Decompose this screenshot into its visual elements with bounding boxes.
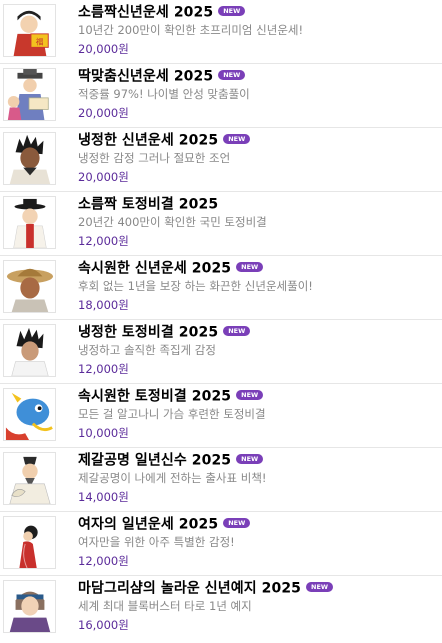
item-description: 제갈공명이 나에게 전하는 출사표 비책! xyxy=(78,471,267,485)
woman-silhouette-icon xyxy=(3,516,56,569)
new-badge: NEW xyxy=(236,389,264,400)
scholar-in-gat-icon xyxy=(3,196,56,249)
new-badge: NEW xyxy=(236,261,264,272)
zhuge-liang-icon xyxy=(3,452,56,505)
fortune-product-list: 福 소름짝신년운세 2025 NEW 10년간 200만이 확인한 초프리미엄 신… xyxy=(0,0,442,640)
blue-dragon-icon xyxy=(3,388,56,441)
new-badge: NEW xyxy=(236,453,264,464)
item-price: 20,000원 xyxy=(78,106,129,120)
item-description: 10년간 200만이 확인한 초프리미엄 신년운세! xyxy=(78,23,304,37)
item-price: 18,000원 xyxy=(78,298,129,312)
list-item[interactable]: 속시원한 신년운세 2025 NEW 후회 없는 1년을 보장 하는 화끈한 신년… xyxy=(0,256,442,320)
item-price: 12,000원 xyxy=(78,362,129,376)
item-description: 세계 최대 블록버스터 타로 1년 예지 xyxy=(78,599,252,613)
item-price: 20,000원 xyxy=(78,42,129,56)
item-title[interactable]: 제갈공명 일년신수 2025 xyxy=(78,453,231,469)
item-price: 16,000원 xyxy=(78,618,129,632)
list-item[interactable]: 제갈공명 일년신수 2025 NEW 제갈공명이 나에게 전하는 출사표 비책! … xyxy=(0,448,442,512)
list-item[interactable]: 마담그리샴의 놀라운 신년예지 2025 NEW 세계 최대 블록버스터 타로 1… xyxy=(0,576,442,640)
list-item[interactable]: 속시원한 토정비결 2025 NEW 모든 걸 알고나니 가슴 후련한 토정비결 … xyxy=(0,384,442,448)
new-badge: NEW xyxy=(223,133,251,144)
item-description: 냉정한 감정 그러나 절묘한 조언 xyxy=(78,151,231,165)
item-title[interactable]: 속시원한 토정비결 2025 xyxy=(78,389,231,405)
item-title[interactable]: 냉정한 토정비결 2025 xyxy=(78,325,218,341)
item-title[interactable]: 소름짝신년운세 2025 xyxy=(78,5,213,21)
madame-tarot-icon xyxy=(3,580,56,633)
list-item[interactable]: 여자의 일년운세 2025 NEW 여자만을 위한 아주 특별한 감정! 12,0… xyxy=(0,512,442,576)
item-description: 20년간 400만이 확인한 국민 토정비결 xyxy=(78,215,267,229)
svg-text:福: 福 xyxy=(36,37,44,46)
item-title[interactable]: 속시원한 신년운세 2025 xyxy=(78,261,231,277)
item-title[interactable]: 여자의 일년운세 2025 xyxy=(78,517,218,533)
item-price: 12,000원 xyxy=(78,234,129,248)
list-item[interactable]: 냉정한 신년운세 2025 NEW 냉정한 감정 그러나 절묘한 조언 20,00… xyxy=(0,128,442,192)
new-badge: NEW xyxy=(218,69,246,80)
straw-hat-man-icon xyxy=(3,260,56,313)
item-description: 후회 없는 1년을 보장 하는 화끈한 신년운세풀이! xyxy=(78,279,313,293)
list-item[interactable]: 냉정한 토정비결 2025 NEW 냉정하고 솔직한 족집게 감정 12,000원 xyxy=(0,320,442,384)
list-item[interactable]: 소름짝 토정비결 2025 20년간 400만이 확인한 국민 토정비결 12,… xyxy=(0,192,442,256)
item-title[interactable]: 소름짝 토정비결 2025 xyxy=(78,197,218,213)
new-badge: NEW xyxy=(223,325,251,336)
item-description: 모든 걸 알고나니 가슴 후련한 토정비결 xyxy=(78,407,266,421)
item-price: 10,000원 xyxy=(78,426,129,440)
item-title[interactable]: 냉정한 신년운세 2025 xyxy=(78,133,218,149)
new-badge: NEW xyxy=(218,5,246,16)
item-description: 적중률 97%! 나이별 안성 맞춤풀이 xyxy=(78,87,250,101)
spiky-hair-man-icon xyxy=(3,132,56,185)
item-title[interactable]: 딱맞춤신년운세 2025 xyxy=(78,69,213,85)
new-badge: NEW xyxy=(306,581,334,592)
item-price: 12,000원 xyxy=(78,554,129,568)
item-price: 20,000원 xyxy=(78,170,129,184)
fortune-teller-with-talisman-icon: 福 xyxy=(3,4,56,57)
item-description: 여자만을 위한 아주 특별한 감정! xyxy=(78,535,235,549)
spiky-hair-man-white-robe-icon xyxy=(3,324,56,377)
new-badge: NEW xyxy=(223,517,251,528)
list-item[interactable]: 딱맞춤신년운세 2025 NEW 적중률 97%! 나이별 안성 맞춤풀이 20,… xyxy=(0,64,442,128)
couple-fortune-icon xyxy=(3,68,56,121)
item-price: 14,000원 xyxy=(78,490,129,504)
list-item[interactable]: 福 소름짝신년운세 2025 NEW 10년간 200만이 확인한 초프리미엄 신… xyxy=(0,0,442,64)
item-title[interactable]: 마담그리샴의 놀라운 신년예지 2025 xyxy=(78,581,301,597)
item-description: 냉정하고 솔직한 족집게 감정 xyxy=(78,343,216,357)
